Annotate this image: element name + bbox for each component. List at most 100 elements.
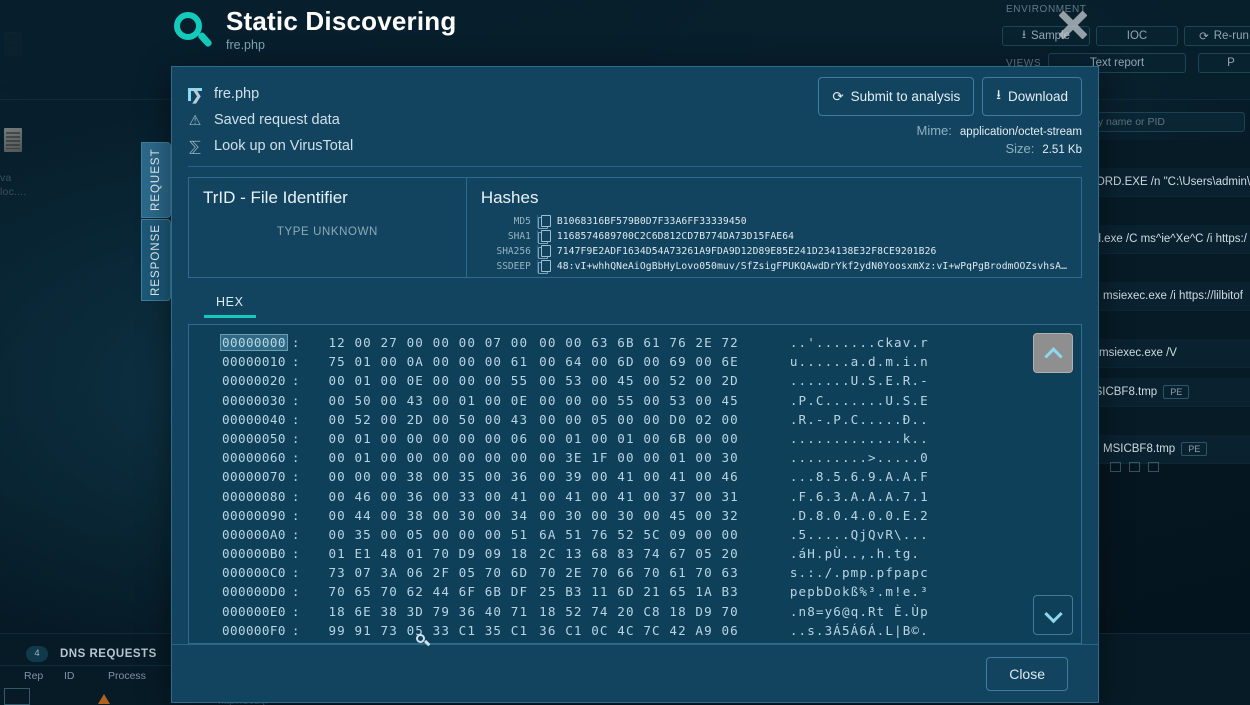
hash-key: SHA256: [481, 246, 537, 257]
hex-gutter: [189, 525, 221, 544]
mime-value: application/octet-stream: [960, 126, 1082, 138]
hex-offset: 00000010: [221, 352, 287, 371]
file-info-bar: ❯ fre.php ⚠ Saved request data ⅀ Look up…: [188, 77, 1082, 167]
hex-line: 000000C0:73 07 3A 06 2F 05 70 6D70 2E 70…: [189, 563, 1081, 582]
hex-colon: :: [287, 352, 300, 371]
p-button[interactable]: P: [1198, 53, 1250, 73]
hex-bytes-left: 01 E1 48 01 70 D9 09 18: [299, 544, 528, 563]
search-icon[interactable]: [416, 634, 429, 647]
hex-gutter: [189, 391, 221, 410]
hex-gutter: [189, 410, 221, 429]
proc-separator: [1085, 140, 1250, 168]
hex-bytes-left: 18 6E 38 3D 79 36 40 71: [299, 602, 528, 621]
hex-offset: 00000030: [221, 391, 287, 410]
scroll-up-button[interactable]: [1033, 333, 1073, 373]
column-header-id: ID: [64, 670, 75, 682]
process-row[interactable]: MSICBF8.tmp PE: [1085, 435, 1250, 464]
hex-ascii: pepbDokß%³.m!e.³: [739, 582, 929, 601]
hex-offset: 00000080: [221, 487, 287, 506]
chevron-right-icon: ❯: [188, 88, 202, 101]
hex-bytes-right: 00 01 00 01 00 6B 00 00: [528, 429, 739, 448]
mime-row: Mime: application/octet-stream: [908, 123, 1082, 138]
hex-gutter: [189, 333, 221, 352]
saved-request-data-row[interactable]: ⚠ Saved request data: [188, 108, 353, 132]
hex-bytes-right: 70 2E 70 66 70 61 70 63: [528, 563, 739, 582]
hex-offset: 000000B0: [221, 544, 287, 563]
hex-ascii: ..s.3Á5Á6Á.L|B©.: [739, 621, 929, 640]
hex-bytes-left: 00 52 00 2D 00 50 00 43: [299, 410, 528, 429]
close-x-icon[interactable]: [1052, 4, 1094, 46]
copy-icon[interactable]: [538, 260, 550, 273]
mime-label: Mime:: [908, 123, 952, 138]
ioc-button[interactable]: IOC: [1096, 26, 1178, 46]
hash-key: SHA1: [481, 231, 537, 242]
sidebar-item-response[interactable]: RESPONSE: [141, 219, 171, 301]
rerun-button[interactable]: ⟳ Re-run: [1184, 26, 1250, 46]
refresh-icon: ⟳: [1199, 29, 1209, 43]
copy-icon[interactable]: [538, 230, 550, 243]
hex-offset: 00000040: [221, 410, 287, 429]
hex-lines-container: 00000000:12 00 27 00 00 00 07 0000 00 63…: [189, 325, 1081, 643]
download-button[interactable]: ⭳ Download: [982, 77, 1082, 116]
process-row[interactable]: WORD.EXE /n "C:\Users\admin\: [1085, 168, 1250, 197]
process-row[interactable]: md.exe /C ms^ie^Xe^C /i https:/: [1085, 225, 1250, 254]
hash-row-sha256: SHA256 7147F9E2ADF1634D54A73261A9FDA9D12…: [481, 244, 1067, 259]
hex-line: 000000F0:99 91 73 05 33 C1 35 C136 C1 0C…: [189, 621, 1081, 640]
process-row[interactable]: MSICBF8.tmp PE: [1085, 378, 1250, 407]
sigma-icon: ⅀: [188, 138, 202, 155]
info-panels: TrID - File Identifier TYPE UNKNOWN Hash…: [188, 177, 1082, 278]
hex-ascii: .............k..: [739, 429, 929, 448]
process-row[interactable]: msiexec.exe /i https://lilbitof: [1085, 282, 1250, 311]
sidebar-item-request[interactable]: REQUEST: [141, 142, 171, 218]
hash-value: 48:vI+whhQNeAiOgBbHyLovo050muv/SfZsigFPU…: [557, 261, 1067, 272]
close-button[interactable]: Close: [986, 657, 1068, 691]
virustotal-lookup-row[interactable]: ⅀ Look up on VirusTotal: [188, 134, 353, 158]
hashes-panel: Hashes MD5 B1068316BF579B0D7F33A6FF33339…: [467, 177, 1082, 278]
hex-bytes-left: 00 00 00 38 00 35 00 36: [299, 467, 528, 486]
hex-bytes-right: 00 53 00 45 00 52 00 2D: [528, 371, 739, 390]
hex-bytes-left: 00 01 00 00 00 00 00 06: [299, 429, 528, 448]
hex-bytes-left: 70 65 70 62 44 6F 6B DF: [299, 582, 528, 601]
hex-bytes-left: 00 01 00 0E 00 00 00 55: [299, 371, 528, 390]
hex-bytes-left: 00 44 00 38 00 30 00 34: [299, 506, 528, 525]
pe-badge: PE: [1163, 385, 1189, 399]
trid-panel: TrID - File Identifier TYPE UNKNOWN: [188, 177, 467, 278]
column-header-process: Process: [108, 670, 146, 682]
hex-ascii: .R.-.P.C.....Ð..: [739, 410, 929, 429]
hex-line: 00000000:12 00 27 00 00 00 07 0000 00 63…: [189, 333, 1081, 352]
hex-bytes-right: 00 3E 1F 00 00 01 00 30: [528, 448, 739, 467]
download-arrow-icon: ⭳: [996, 85, 1001, 108]
hex-colon: :: [287, 448, 300, 467]
page-subtitle: fre.php: [226, 38, 456, 52]
magnifier-icon: [172, 8, 212, 52]
process-search-input[interactable]: by name or PID: [1085, 112, 1245, 132]
hex-ascii: .n8=y6@q.Rt È.Ùp: [739, 602, 929, 621]
download-sample-icon: ⭳: [1022, 27, 1026, 46]
hex-ascii: .áH.pÙ..,.h.tg.: [739, 544, 920, 563]
hex-bytes-right: 6A 51 76 52 5C 09 00 00: [528, 525, 739, 544]
column-header-rep: Rep: [24, 670, 43, 682]
hex-line: 00000050:00 01 00 00 00 00 00 0600 01 00…: [189, 429, 1081, 448]
process-row[interactable]: msiexec.exe /V: [1085, 339, 1250, 368]
hex-bytes-right: 00 00 00 55 00 53 00 45: [528, 391, 739, 410]
hex-gutter: [189, 544, 221, 563]
hex-bytes-left: 00 01 00 00 00 00 00 00: [299, 448, 528, 467]
proc-separator: [1085, 407, 1250, 435]
checkbox-cell[interactable]: [4, 688, 30, 705]
file-name-row[interactable]: ❯ fre.php: [188, 82, 353, 106]
hex-ascii: ..'.......ckav.r: [739, 333, 929, 352]
copy-icon[interactable]: [538, 245, 550, 258]
dns-requests-title: DNS REQUESTS: [60, 648, 157, 660]
doc-label: va: [0, 172, 12, 184]
hex-colon: :: [287, 371, 300, 390]
hex-offset: 000000F0: [221, 621, 287, 640]
scroll-down-button[interactable]: [1033, 595, 1073, 635]
copy-icon[interactable]: [538, 215, 550, 228]
dns-count-badge: 4: [26, 646, 48, 662]
hex-ascii: .F.6.3.A.A.A.7.1: [739, 487, 929, 506]
hex-gutter: [189, 621, 221, 640]
hex-bytes-left: 73 07 3A 06 2F 05 70 6D: [299, 563, 528, 582]
submit-to-analysis-button[interactable]: ⟳ Submit to analysis: [818, 77, 974, 116]
hex-line: 00000030:00 50 00 43 00 01 00 0E00 00 00…: [189, 391, 1081, 410]
tab-hex[interactable]: HEX: [204, 292, 256, 318]
